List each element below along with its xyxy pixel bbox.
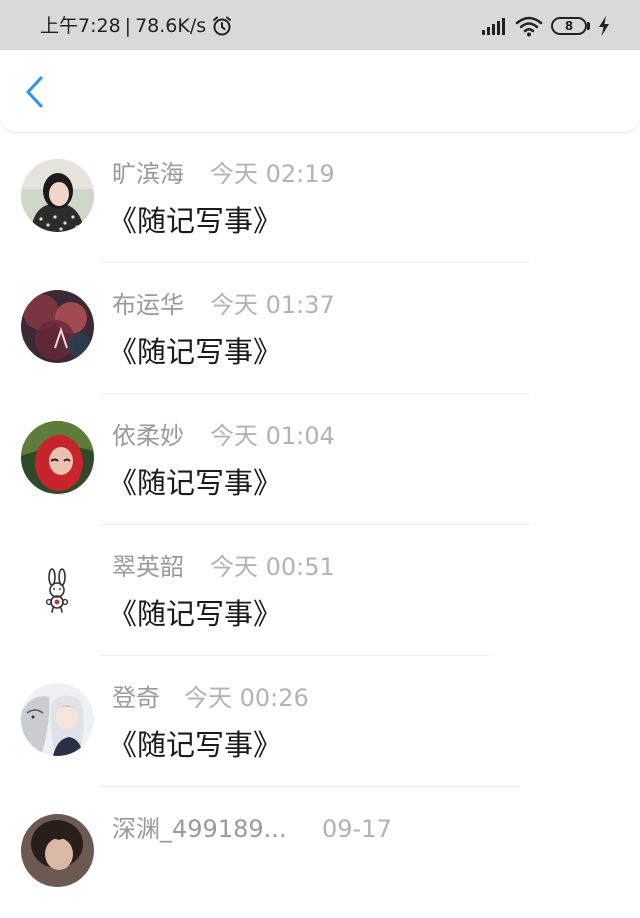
charging-icon	[598, 16, 610, 36]
back-button[interactable]	[18, 75, 52, 109]
status-time: 上午7:28	[40, 15, 121, 37]
sender-name: 布运华	[112, 291, 184, 319]
avatar[interactable]	[21, 290, 94, 363]
avatar[interactable]	[21, 159, 94, 232]
avatar[interactable]	[21, 421, 94, 494]
battery-tip	[587, 22, 590, 30]
message-list: 旷滨海 今天 02:19 《随记写事》 布运华 今天 01:37 《随记写事》	[0, 132, 640, 918]
message-time: 今天 00:51	[210, 553, 335, 581]
chevron-left-icon	[25, 76, 45, 108]
list-item[interactable]: 依柔妙 今天 01:04 《随记写事》	[0, 394, 640, 525]
signal-icon	[481, 17, 507, 35]
sender-name: 深渊_499189...	[112, 815, 287, 843]
status-left: 上午7:28 | 78.6K/s	[40, 13, 233, 39]
battery-icon: 8	[551, 17, 590, 35]
message-time: 今天 01:37	[210, 291, 335, 319]
sender-name: 登奇	[112, 684, 160, 712]
message-content: 《随记写事》	[108, 204, 283, 238]
message-time: 09-17	[322, 815, 392, 843]
message-time: 今天 01:04	[210, 422, 335, 450]
message-time: 今天 00:26	[184, 684, 309, 712]
message-content: 《随记写事》	[108, 466, 283, 500]
message-content: 《随记写事》	[108, 335, 283, 369]
list-item[interactable]: 登奇 今天 00:26 《随记写事》	[0, 656, 640, 787]
avatar[interactable]	[21, 683, 94, 756]
message-time: 今天 02:19	[210, 160, 335, 188]
status-separator: |	[124, 15, 132, 37]
message-content: 《随记写事》	[108, 597, 283, 631]
avatar[interactable]	[21, 814, 94, 887]
nav-bar	[0, 50, 640, 132]
wifi-icon	[515, 15, 543, 37]
list-item[interactable]: 旷滨海 今天 02:19 《随记写事》	[0, 132, 640, 263]
status-right: 8	[481, 13, 610, 39]
alarm-icon	[211, 15, 233, 37]
status-bar: 上午7:28 | 78.6K/s 8	[0, 0, 640, 50]
message-content: 《随记写事》	[108, 728, 283, 762]
battery-level: 8	[551, 17, 587, 35]
sender-name: 旷滨海	[112, 160, 184, 188]
sender-name: 翠英韶	[112, 553, 184, 581]
network-speed: 78.6K/s	[135, 15, 207, 37]
sender-name: 依柔妙	[112, 422, 184, 450]
list-item[interactable]: 翠英韶 今天 00:51 《随记写事》	[0, 525, 640, 656]
list-item[interactable]: 布运华 今天 01:37 《随记写事》	[0, 263, 640, 394]
avatar[interactable]	[21, 552, 94, 625]
